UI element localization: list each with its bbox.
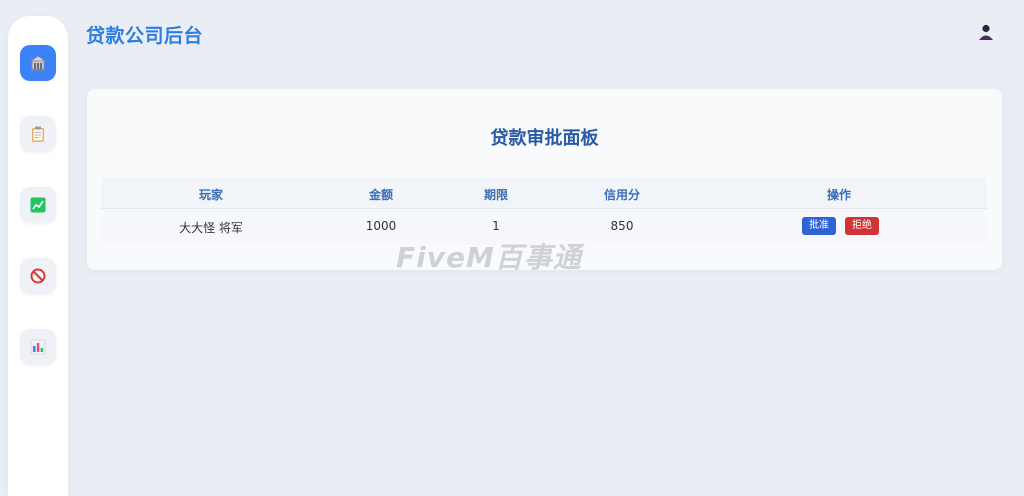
column-header-credit-score: 信用分 [603, 188, 641, 202]
column-header-amount: 金额 [368, 188, 394, 202]
sidebar-item-dashboard[interactable] [20, 45, 56, 81]
cell-credit-score: 850 [610, 219, 634, 233]
table-header [101, 178, 987, 208]
loan-approval-panel: 贷款审批面板 玩家 金额 期限 信用分 操作 大大怪 将军 1000 1 850… [87, 89, 1002, 270]
clipboard-icon [32, 126, 44, 142]
bar-chart-icon [30, 339, 46, 355]
panel-title: 贷款审批面板 [490, 128, 599, 149]
bank-icon [29, 55, 47, 71]
sidebar [8, 16, 68, 496]
column-header-player: 玩家 [198, 188, 224, 202]
sidebar-item-trends[interactable] [20, 187, 56, 223]
sidebar-item-applications[interactable] [20, 116, 56, 152]
column-header-term: 期限 [483, 188, 509, 202]
approve-button[interactable]: 批准 [802, 217, 836, 235]
user-icon[interactable] [977, 23, 995, 41]
prohibited-icon [30, 268, 46, 284]
sidebar-item-blacklist[interactable] [20, 258, 56, 294]
cell-term: 1 [492, 219, 500, 233]
chart-up-icon [30, 197, 46, 213]
reject-button[interactable]: 拒绝 [845, 217, 879, 235]
cell-amount: 1000 [365, 219, 397, 233]
cell-player: 大大怪 将军 [179, 221, 243, 235]
sidebar-item-statistics[interactable] [20, 329, 56, 365]
app-title: 贷款公司后台 [86, 25, 204, 47]
column-header-actions: 操作 [826, 188, 852, 202]
